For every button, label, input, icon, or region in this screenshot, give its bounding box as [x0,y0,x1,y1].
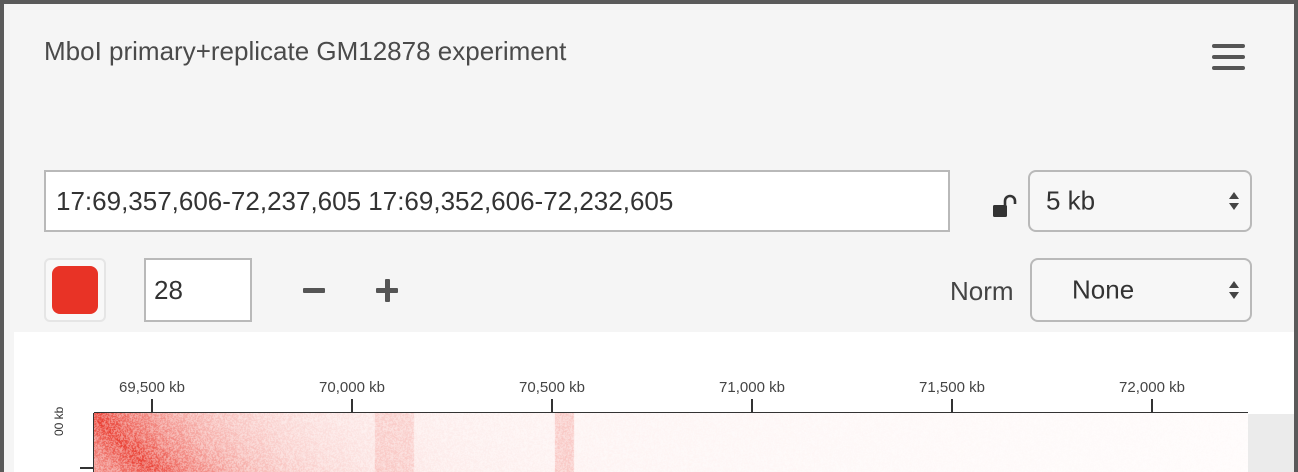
hamburger-menu-icon[interactable] [1212,42,1246,74]
x-tick-label: 72,000 kb [1119,379,1185,396]
unlocked-padlock-icon[interactable] [992,194,1018,218]
norm-label: Norm [950,276,1014,306]
heatmap-side-track [1248,414,1294,472]
hic-panel: MboI primary+replicate GM12878 experimen… [0,0,1298,472]
color-swatch-fill [52,266,98,314]
locus-input[interactable] [44,170,950,232]
increase-button[interactable] [374,276,404,306]
x-tick-label-group: 69,500 kb 70,000 kb 70,500 kb 71,000 kb … [119,379,1185,396]
panel-title: MboI primary+replicate GM12878 experimen… [44,36,567,66]
x-tick-label: 71,500 kb [919,379,985,396]
select-arrows-icon [1229,192,1239,210]
normalization-select[interactable]: None [1030,258,1252,322]
x-tick-label: 70,500 kb [519,379,585,396]
contact-map-area: 69,500 kb 70,000 kb 70,500 kb 71,000 kb … [14,332,1294,472]
color-picker-button[interactable] [44,258,106,322]
x-tick-label: 71,000 kb [719,379,785,396]
resolution-value: 5 kb [1046,185,1096,216]
x-tick-label: 69,500 kb [119,379,185,396]
normalization-value: None [1072,274,1135,305]
select-arrows-icon [1229,281,1239,299]
decrease-button[interactable] [301,276,331,306]
x-tick-label: 70,000 kb [319,379,385,396]
y-tick-label: 00 kb [52,406,66,436]
resolution-select[interactable]: 5 kb [1028,170,1252,232]
contact-heatmap[interactable] [94,413,1248,472]
color-scale-input[interactable] [144,258,252,322]
